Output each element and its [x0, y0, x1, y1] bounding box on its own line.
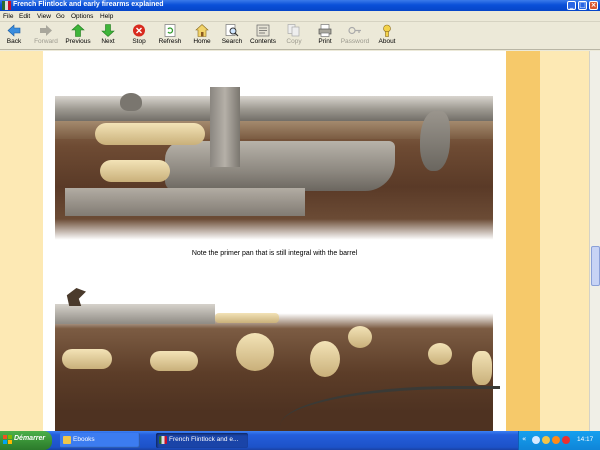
arrow-right-icon: [39, 24, 53, 37]
scrollbar-thumb[interactable]: [591, 246, 600, 286]
bone-inlay: [215, 313, 279, 323]
volume-icon[interactable]: [542, 436, 550, 444]
bone-inlay: [150, 351, 198, 371]
decorative-band: [506, 51, 540, 431]
firefox-icon[interactable]: [552, 436, 560, 444]
toolbar: Back Forward Previous Next Stop Refresh: [0, 22, 600, 50]
bone-rosette: [428, 343, 452, 365]
search-icon: [225, 24, 239, 37]
contents-icon: [256, 24, 270, 37]
ebook-icon: [159, 436, 167, 444]
lock-plate: [165, 141, 395, 191]
task-french-flintlock[interactable]: French Flintlock and e...: [156, 433, 248, 448]
copy-icon: [287, 24, 301, 37]
menu-edit[interactable]: Edit: [19, 13, 30, 20]
arrow-down-icon: [101, 24, 115, 37]
windows-logo-icon: [3, 435, 13, 445]
bone-rosette: [310, 341, 340, 377]
next-button[interactable]: Next: [97, 23, 119, 49]
print-icon: [318, 24, 332, 37]
clock: 14:17: [577, 436, 594, 443]
about-button[interactable]: About: [376, 23, 398, 49]
bone-rosette: [348, 326, 372, 348]
menu-view[interactable]: View: [37, 13, 51, 20]
search-button[interactable]: Search: [220, 23, 244, 49]
contents-button[interactable]: Contents: [249, 23, 277, 49]
stop-icon: [132, 24, 146, 37]
print-button[interactable]: Print: [315, 23, 335, 49]
taskbar: Démarrer Ebooks French Flintlock and e..…: [0, 431, 600, 450]
about-icon: [380, 24, 394, 37]
primer-pan-mechanism: [210, 87, 240, 167]
network-icon[interactable]: [532, 436, 540, 444]
tray-expand-button[interactable]: «: [522, 435, 526, 443]
bone-inlay: [62, 349, 112, 369]
maximize-button[interactable]: □: [578, 1, 587, 10]
menu-bar: File Edit View Go Options Help: [0, 11, 600, 22]
musket-barrel: [55, 304, 215, 324]
window-title: French Flintlock and early firearms expl…: [13, 1, 164, 8]
home-icon: [195, 24, 209, 37]
photo-caption: Note the primer pan that is still integr…: [191, 250, 358, 257]
forward-button[interactable]: Forward: [30, 23, 62, 49]
title-bar: French Flintlock and early firearms expl…: [0, 0, 600, 11]
password-button[interactable]: Password: [340, 23, 370, 49]
back-button[interactable]: Back: [3, 23, 25, 49]
previous-button[interactable]: Previous: [64, 23, 92, 49]
menu-file[interactable]: File: [3, 13, 13, 20]
content-area: Note the primer pan that is still integr…: [0, 51, 600, 431]
bone-rosette: [472, 351, 492, 385]
home-button[interactable]: Home: [191, 23, 213, 49]
key-icon: [348, 24, 362, 37]
refresh-button[interactable]: Refresh: [156, 23, 184, 49]
copy-button[interactable]: Copy: [284, 23, 304, 49]
arrow-up-icon: [71, 24, 85, 37]
bone-inlay: [95, 123, 205, 145]
folder-icon: [63, 436, 71, 444]
start-button[interactable]: Démarrer: [0, 431, 52, 450]
security-icon[interactable]: [562, 436, 570, 444]
app-icon: [2, 1, 11, 10]
cock-hammer: [420, 111, 450, 171]
arrow-left-icon: [7, 24, 21, 37]
stop-button[interactable]: Stop: [129, 23, 149, 49]
vertical-scrollbar[interactable]: [589, 51, 600, 431]
bone-rosette: [236, 333, 274, 371]
refresh-icon: [163, 24, 177, 37]
menu-go[interactable]: Go: [56, 13, 65, 20]
task-ebooks[interactable]: Ebooks: [60, 433, 140, 448]
menu-help[interactable]: Help: [100, 13, 113, 20]
system-tray: « 14:17: [518, 431, 600, 450]
minimize-button[interactable]: _: [567, 1, 576, 10]
menu-options[interactable]: Options: [71, 13, 93, 20]
close-button[interactable]: ×: [589, 1, 598, 10]
barrel-screw: [120, 93, 142, 111]
side-plate: [65, 188, 305, 216]
bone-inlay: [100, 160, 170, 182]
